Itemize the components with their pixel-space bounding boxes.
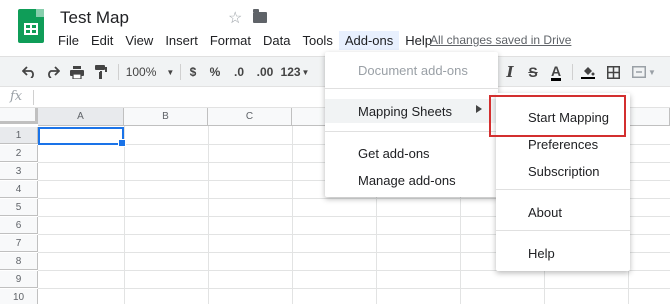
toolbar-divider xyxy=(572,64,573,80)
menu-item-subscription[interactable]: Subscription xyxy=(496,159,630,183)
row-header[interactable]: 7 xyxy=(0,235,38,252)
active-cell-a1[interactable] xyxy=(38,127,126,147)
more-formats-button[interactable]: 123 ▼ xyxy=(278,57,312,87)
menu-divider xyxy=(325,131,498,132)
menu-insert[interactable]: Insert xyxy=(159,31,204,50)
menu-format[interactable]: Format xyxy=(204,31,257,50)
menu-data[interactable]: Data xyxy=(257,31,296,50)
row-header[interactable]: 1 xyxy=(0,127,38,144)
grid-line xyxy=(292,126,293,304)
menu-item-mapping-sheets[interactable]: Mapping Sheets xyxy=(325,99,498,123)
row-header[interactable]: 8 xyxy=(0,253,38,270)
star-icon[interactable]: ☆ xyxy=(228,8,242,28)
save-status[interactable]: All changes saved in Drive xyxy=(430,33,571,47)
column-header-c[interactable]: C xyxy=(208,108,292,126)
grid-line xyxy=(124,126,125,304)
menu-divider xyxy=(496,189,630,190)
column-header-h[interactable] xyxy=(628,108,670,126)
row-header[interactable]: 5 xyxy=(0,199,38,216)
formula-divider xyxy=(33,90,34,105)
sheets-logo-icon[interactable] xyxy=(18,9,44,43)
doc-title[interactable]: Test Map xyxy=(60,8,129,28)
undo-icon[interactable] xyxy=(18,57,40,87)
text-color-icon[interactable]: A xyxy=(546,57,566,87)
menu-tools[interactable]: Tools xyxy=(296,31,338,50)
grid-line xyxy=(208,126,209,304)
more-formats-label: 123 xyxy=(280,65,301,79)
zoom-select[interactable]: 100% ▼ xyxy=(124,57,176,87)
grid-line xyxy=(38,288,670,289)
submenu-arrow-icon xyxy=(476,105,482,113)
merge-cells-icon[interactable]: ▼ xyxy=(628,57,660,87)
menu-divider xyxy=(325,88,498,89)
toolbar-divider xyxy=(180,64,181,80)
menu-item-get-addons[interactable]: Get add-ons xyxy=(325,141,498,165)
chevron-down-icon: ▼ xyxy=(648,67,656,77)
column-header-a[interactable]: A xyxy=(38,108,124,126)
chevron-down-icon: ▼ xyxy=(166,67,175,77)
select-all-corner[interactable] xyxy=(0,108,38,124)
column-header-b[interactable]: B xyxy=(124,108,208,126)
row-header[interactable]: 10 xyxy=(0,289,38,304)
menu-item-about[interactable]: About xyxy=(496,200,630,224)
italic-icon[interactable]: I xyxy=(502,57,518,87)
paint-format-icon[interactable] xyxy=(90,57,112,87)
zoom-value: 100% xyxy=(125,65,157,79)
print-icon[interactable] xyxy=(66,57,88,87)
row-header[interactable]: 3 xyxy=(0,163,38,180)
folder-icon[interactable] xyxy=(253,9,267,23)
percent-format-button[interactable]: % xyxy=(206,57,224,87)
decrease-decimal-button[interactable]: .0 xyxy=(228,57,250,87)
row-header[interactable]: 4 xyxy=(0,181,38,198)
menubar: File Edit View Insert Format Data Tools … xyxy=(52,30,438,50)
menu-edit[interactable]: Edit xyxy=(85,31,119,50)
increase-decimal-button[interactable]: .00 xyxy=(252,57,278,87)
redo-icon[interactable] xyxy=(42,57,64,87)
menu-item-help[interactable]: Help xyxy=(496,241,630,265)
menu-addons[interactable]: Add-ons xyxy=(338,30,400,50)
menu-item-document-addons: Document add-ons xyxy=(358,62,468,78)
currency-format-button[interactable]: $ xyxy=(184,57,202,87)
fx-icon: fx xyxy=(10,89,23,104)
chevron-down-icon: ▼ xyxy=(301,67,310,77)
fill-color-icon[interactable] xyxy=(578,57,598,87)
row-header[interactable]: 9 xyxy=(0,271,38,288)
strikethrough-icon[interactable]: S xyxy=(524,57,542,87)
addons-menu: Document add-ons Mapping Sheets Get add-… xyxy=(325,52,498,197)
toolbar-divider xyxy=(118,64,119,80)
menu-divider xyxy=(496,230,630,231)
row-header[interactable]: 6 xyxy=(0,217,38,234)
borders-icon[interactable] xyxy=(603,57,623,87)
highlight-box xyxy=(489,95,626,137)
menu-view[interactable]: View xyxy=(119,31,159,50)
row-header[interactable]: 2 xyxy=(0,145,38,162)
menu-item-manage-addons[interactable]: Manage add-ons xyxy=(325,168,498,192)
menu-file[interactable]: File xyxy=(52,31,85,50)
